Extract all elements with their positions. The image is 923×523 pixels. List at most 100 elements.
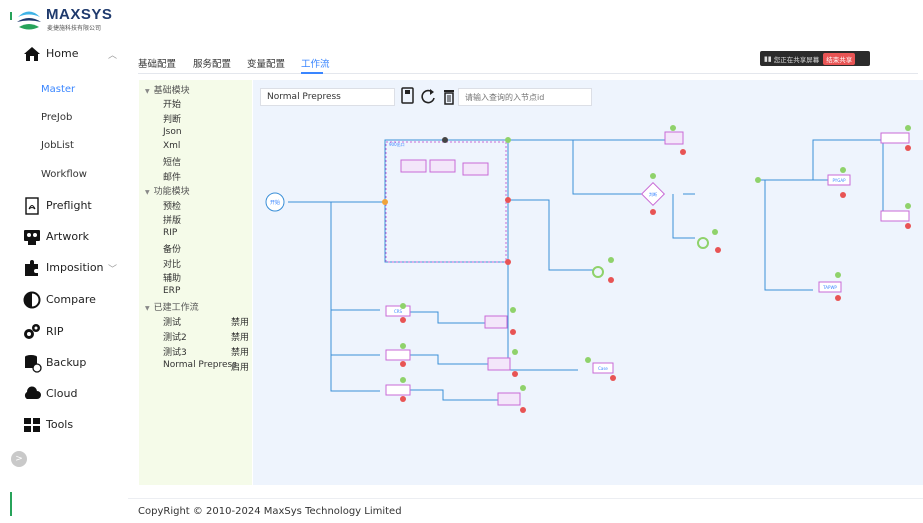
refresh-icon[interactable]	[421, 89, 435, 104]
tab-variable-config[interactable]: 变量配置	[247, 56, 285, 70]
port-error[interactable]	[610, 375, 616, 381]
tree-node[interactable]: Normal Prepress	[163, 360, 237, 370]
sidebar-item-label: PreJob	[41, 112, 73, 123]
flow-node[interactable]	[462, 162, 489, 176]
sidebar-collapse-button[interactable]: >	[11, 451, 27, 467]
flow-node[interactable]	[487, 357, 511, 371]
port-in[interactable]	[400, 377, 406, 383]
tree-node[interactable]: Xml	[163, 141, 180, 151]
sidebar-item-joblist[interactable]: JobList	[0, 135, 128, 159]
tree-node[interactable]: 判断	[163, 112, 181, 125]
sidebar-item-home[interactable]: Home ︿	[0, 40, 128, 68]
port-in[interactable]	[512, 349, 518, 355]
port-error[interactable]	[905, 223, 911, 229]
port-in[interactable]	[905, 203, 911, 209]
port-in[interactable]	[650, 173, 656, 179]
sidebar-item-artwork[interactable]: Artwork	[0, 223, 128, 251]
port-in[interactable]	[670, 125, 676, 131]
tab-basic-config[interactable]: 基础配置	[138, 56, 176, 70]
port-in[interactable]	[608, 257, 614, 263]
tree-node[interactable]: Json	[163, 127, 182, 137]
tree-node[interactable]: 对比	[163, 257, 181, 270]
port-error[interactable]	[505, 197, 511, 203]
sidebar-item-master[interactable]: Master	[0, 79, 128, 103]
port-error[interactable]	[512, 371, 518, 377]
port-error[interactable]	[835, 295, 841, 301]
tree-group-function[interactable]: ▼ 功能模块	[145, 184, 190, 197]
sidebar-item-prejob[interactable]: PreJob	[0, 107, 128, 131]
rip-node[interactable]	[592, 266, 604, 278]
tree-node[interactable]: 测试2	[163, 330, 187, 343]
tree-group-basic[interactable]: ▼ 基础模块	[145, 83, 190, 96]
workflow-status[interactable]: 禁用	[231, 315, 249, 328]
port-in[interactable]	[712, 229, 718, 235]
port-in[interactable]	[755, 177, 761, 183]
sidebar-item-cloud[interactable]: Cloud	[0, 380, 128, 408]
tab-workflow[interactable]: 工作流	[301, 56, 330, 70]
tree-node[interactable]: 预检	[163, 199, 181, 212]
port-error[interactable]	[905, 145, 911, 151]
tree-node[interactable]: 开始	[163, 97, 181, 110]
tree-node[interactable]: RIP	[163, 228, 177, 238]
flow-node[interactable]	[429, 159, 456, 173]
flow-node[interactable]	[385, 349, 411, 361]
port-in[interactable]	[840, 167, 846, 173]
tree-group-built[interactable]: ▼ 已建工作流	[145, 300, 199, 313]
tree-node[interactable]: 测试3	[163, 345, 187, 358]
port-error[interactable]	[715, 247, 721, 253]
port-in[interactable]	[835, 272, 841, 278]
sidebar-item-preflight[interactable]: Preflight	[0, 192, 128, 220]
tree-node[interactable]: 辅助	[163, 271, 181, 284]
port-error[interactable]	[510, 329, 516, 335]
port-error[interactable]	[650, 209, 656, 215]
tree-node[interactable]: 邮件	[163, 170, 181, 183]
flow-node[interactable]	[385, 384, 411, 396]
flow-node[interactable]	[400, 159, 427, 173]
flow-node[interactable]	[880, 210, 910, 222]
port-in[interactable]	[400, 343, 406, 349]
port-error[interactable]	[680, 149, 686, 155]
port-in[interactable]	[400, 303, 406, 309]
port-in[interactable]	[510, 307, 516, 313]
sidebar-item-imposition[interactable]: Imposition ﹀	[0, 254, 128, 282]
tree-node[interactable]: 备份	[163, 242, 181, 255]
port-error[interactable]	[400, 361, 406, 367]
flow-node[interactable]	[484, 315, 508, 329]
node-id-search-input[interactable]	[458, 88, 592, 106]
tab-service-config[interactable]: 服务配置	[193, 56, 231, 70]
rip-node[interactable]	[697, 237, 709, 249]
workflow-select[interactable]: Normal Prepress	[260, 88, 395, 106]
port-error[interactable]	[840, 192, 846, 198]
flow-node[interactable]	[664, 131, 684, 145]
tree-node[interactable]: 短信	[163, 155, 181, 168]
sidebar-item-workflow[interactable]: Workflow	[0, 164, 128, 188]
sidebar-item-tools[interactable]: Tools	[0, 411, 128, 439]
tree-node[interactable]: 测试	[163, 315, 181, 328]
port-junction[interactable]	[442, 137, 448, 143]
sidebar-item-backup[interactable]: Backup	[0, 349, 128, 377]
stop-share-button[interactable]: 结束共享	[823, 52, 856, 65]
port-in[interactable]	[520, 385, 526, 391]
workflow-status[interactable]: 启用	[231, 360, 249, 373]
tree-node[interactable]: 拼版	[163, 213, 181, 226]
trash-icon[interactable]	[444, 90, 454, 105]
flow-node[interactable]	[497, 392, 521, 406]
flow-node[interactable]	[880, 132, 910, 144]
port-error[interactable]	[400, 317, 406, 323]
port-error[interactable]	[520, 407, 526, 413]
workflow-status[interactable]: 禁用	[231, 345, 249, 358]
port-out[interactable]	[382, 199, 388, 205]
port-error[interactable]	[505, 259, 511, 265]
tree-node[interactable]: ERP	[163, 286, 180, 296]
port-error[interactable]	[608, 277, 614, 283]
workflow-status[interactable]: 禁用	[231, 330, 249, 343]
share-status-text: 您正在共享屏幕	[773, 55, 820, 64]
sidebar-item-rip[interactable]: RIP	[0, 318, 128, 346]
sidebar-item-compare[interactable]: Compare	[0, 286, 128, 314]
port-error[interactable]	[400, 396, 406, 402]
workflow-canvas[interactable]: 开始 900出口 CRS Case 判断 PYGAP TAPWP	[253, 80, 923, 485]
port-in[interactable]	[585, 357, 591, 363]
port-in[interactable]	[505, 137, 511, 143]
port-in[interactable]	[905, 125, 911, 131]
save-icon[interactable]	[401, 87, 414, 104]
